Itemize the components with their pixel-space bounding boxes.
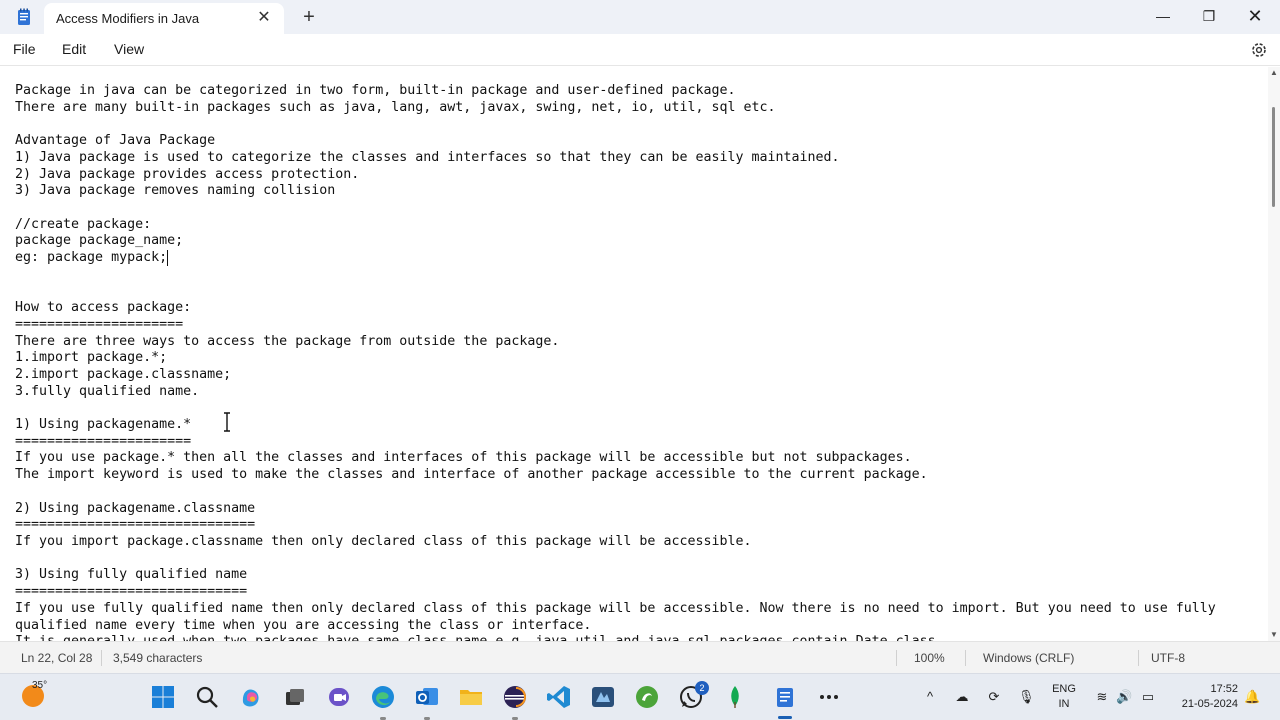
input-language-secondary[interactable]: IN [1050,698,1078,710]
line-ending[interactable]: Windows (CRLF) [983,651,1074,665]
volume-icon[interactable]: 🔊 [1116,689,1132,705]
active-app-indicator [778,716,792,719]
app-icon[interactable] [590,684,616,710]
close-tab-icon[interactable]: ✕ [254,8,274,28]
sync-icon[interactable]: ⟳ [986,689,1002,705]
menu-view[interactable]: View [114,41,144,57]
editor-line[interactable]: The import keyword is used to make the c… [15,467,1216,484]
eclipse-ide-icon[interactable] [502,684,528,710]
editor-line[interactable]: If you use package.* then all the classe… [15,450,1216,467]
outlook-icon[interactable] [414,684,440,710]
editor-line[interactable]: How to access package: [15,300,1216,317]
editor-line[interactable] [15,116,1216,133]
editor-line[interactable]: There are three ways to access the packa… [15,334,1216,351]
editor-line[interactable] [15,283,1216,300]
wifi-icon[interactable]: ≋ [1094,689,1110,705]
editor-line[interactable]: 3.fully qualified name. [15,384,1216,401]
microphone-icon[interactable]: 🎙 [1018,689,1035,705]
editor-line[interactable]: 3) Using fully qualified name [15,567,1216,584]
settings-gear-icon[interactable] [1249,40,1269,60]
editor-line[interactable]: If you import package.classname then onl… [15,534,1216,551]
editor-line[interactable]: Advantage of Java Package [15,133,1216,150]
editor-line[interactable]: ============================= [15,584,1216,601]
editor-line[interactable]: 2) Using packagename.classname [15,501,1216,518]
tray-chevron-icon[interactable]: ^ [922,689,938,705]
editor-line[interactable] [15,551,1216,568]
status-divider [1138,650,1139,666]
task-view-icon[interactable] [282,684,308,710]
menu-bar: File Edit View [0,34,1280,66]
notification-badge: 2 [695,681,709,695]
editor-line[interactable]: 3) Java package removes naming collision [15,183,1216,200]
notepad-taskbar-icon[interactable] [772,684,798,710]
status-divider [896,650,897,666]
taskbar: 35° 2 ^ ☁ ⟳ 🎙 ENG IN ≋ 🔊 ▭ 17:52 21-05-2… [0,673,1280,720]
vertical-scrollbar[interactable]: ▲ ▼ [1268,67,1280,641]
editor-line[interactable]: eg: package mypack; [15,250,1216,267]
search-icon[interactable] [194,684,220,710]
notification-bell-icon[interactable]: 🔔 [1244,689,1260,705]
title-bar: Access Modifiers in Java ✕ + — ❐ ✕ [0,0,1280,34]
status-divider [101,650,102,666]
encoding[interactable]: UTF-8 [1151,651,1185,665]
scroll-down-icon[interactable]: ▼ [1270,631,1278,639]
editor-line[interactable]: ====================== [15,434,1216,451]
mongodb-icon[interactable] [722,684,748,710]
text-caret [167,250,168,266]
teams-meet-icon[interactable] [326,684,352,710]
zoom-level[interactable]: 100% [914,651,945,665]
menu-edit[interactable]: Edit [62,41,86,57]
more-apps-icon[interactable] [816,684,842,710]
character-count: 3,549 characters [113,651,203,665]
editor-line[interactable]: package package_name; [15,233,1216,250]
vscode-icon[interactable] [546,684,572,710]
weather-temperature: 35° [32,680,48,691]
editor-line[interactable]: 2) Java package provides access protecti… [15,167,1216,184]
menu-file[interactable]: File [13,41,36,57]
minimize-button[interactable]: — [1140,0,1186,34]
scroll-up-icon[interactable]: ▲ [1270,69,1278,77]
editor-line[interactable]: It is generally used when two packages h… [15,634,1216,641]
editor-line[interactable] [15,200,1216,217]
input-language-primary[interactable]: ENG [1050,683,1078,695]
tab-title: Access Modifiers in Java [56,11,200,26]
editor-line[interactable]: ===================== [15,317,1216,334]
editor-line[interactable]: 2.import package.classname; [15,367,1216,384]
status-divider [965,650,966,666]
editor-line[interactable]: ============================== [15,517,1216,534]
text-editor[interactable]: Package in java can be categorized in tw… [0,67,1268,641]
editor-line[interactable]: qualified name every time when you are a… [15,618,1216,635]
close-window-button[interactable]: ✕ [1232,0,1278,34]
editor-line[interactable]: //create package: [15,217,1216,234]
editor-content[interactable]: Package in java can be categorized in tw… [15,83,1216,641]
clock-date[interactable]: 21-05-2024 [1168,698,1238,710]
windows-start-icon[interactable] [150,684,176,710]
editor-line[interactable] [15,267,1216,284]
editor-line[interactable]: 1) Using packagename.* [15,417,1216,434]
scroll-thumb[interactable] [1272,107,1275,207]
status-bar: Ln 22, Col 28 3,549 characters 100% Wind… [0,641,1280,673]
ibeam-cursor-icon [224,412,230,432]
copilot-icon[interactable] [238,684,264,710]
edge-browser-icon[interactable] [370,684,396,710]
editor-line[interactable] [15,400,1216,417]
file-explorer-icon[interactable] [458,684,484,710]
document-tab[interactable]: Access Modifiers in Java ✕ [44,3,284,34]
maximize-button[interactable]: ❐ [1186,0,1232,34]
editor-line[interactable] [15,484,1216,501]
editor-line[interactable]: Package in java can be categorized in tw… [15,83,1216,100]
onedrive-cloud-icon[interactable]: ☁ [954,689,970,705]
new-tab-button[interactable]: + [298,6,320,28]
clock-time[interactable]: 17:52 [1168,683,1238,695]
cursor-position: Ln 22, Col 28 [21,651,93,665]
editor-line[interactable]: There are many built-in packages such as… [15,100,1216,117]
editor-line[interactable]: 1) Java package is used to categorize th… [15,150,1216,167]
notepad-icon[interactable] [14,7,34,27]
editor-line[interactable]: If you use fully qualified name then onl… [15,601,1216,618]
green-app-icon[interactable] [634,684,660,710]
battery-icon[interactable]: ▭ [1140,689,1156,705]
editor-line[interactable]: 1.import package.*; [15,350,1216,367]
